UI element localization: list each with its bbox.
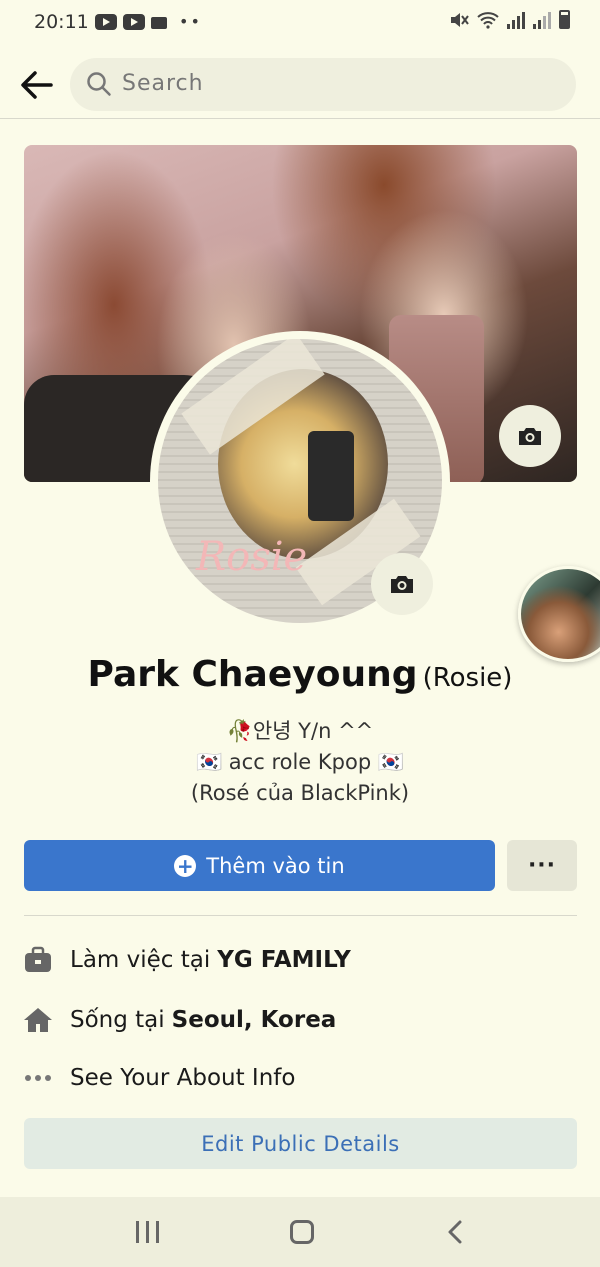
profile-bio: 🥀안녕 Y/n ^^ 🇰🇷 acc role Kpop 🇰🇷 (Rosé của… xyxy=(0,716,600,809)
camera-icon xyxy=(391,576,413,593)
avatar-caption: Rosie xyxy=(196,534,308,580)
mute-icon xyxy=(451,13,469,27)
profile-nickname: (Rosie) xyxy=(422,663,513,693)
edit-profile-picture-button[interactable] xyxy=(371,553,433,615)
more-dots-icon: ··· xyxy=(527,853,557,878)
about-info-link[interactable]: See Your About Info xyxy=(22,1058,295,1098)
edit-public-details-label: Edit Public Details xyxy=(201,1131,400,1156)
bio-line: (Rosé của BlackPink) xyxy=(190,781,410,805)
camera-icon xyxy=(519,428,541,445)
live-prefix: Sống tại xyxy=(70,1007,165,1033)
signal-icon xyxy=(507,11,525,29)
location-detail: Sống tại Seoul, Korea xyxy=(22,1000,336,1040)
more-notifications-icon: •• xyxy=(179,12,202,31)
status-notification-icons: •• xyxy=(95,12,202,31)
bio-line: 🥀안녕 Y/n ^^ xyxy=(226,719,374,743)
briefcase-icon xyxy=(22,944,54,976)
edit-public-details-button[interactable]: Edit Public Details xyxy=(24,1118,577,1169)
chat-head-bubble[interactable] xyxy=(518,566,600,662)
edit-cover-photo-button[interactable] xyxy=(499,405,561,467)
wifi-icon xyxy=(477,12,499,29)
system-nav-bar xyxy=(0,1197,600,1267)
search-input[interactable]: Search xyxy=(70,58,576,111)
search-header: Search xyxy=(0,55,600,119)
system-back-button[interactable] xyxy=(446,1219,464,1245)
live-place[interactable]: Seoul, Korea xyxy=(172,1007,337,1033)
profile-name: Park Chaeyoung xyxy=(87,654,418,695)
add-to-story-label: Thêm vào tin xyxy=(206,853,345,878)
about-info-label: See Your About Info xyxy=(70,1065,296,1091)
youtube-icon xyxy=(95,13,117,30)
add-to-story-button[interactable]: + Thêm vào tin xyxy=(24,840,495,891)
home-button[interactable] xyxy=(290,1220,315,1244)
work-detail: Làm việc tại YG FAMILY xyxy=(22,940,351,980)
status-system-icons xyxy=(449,10,570,29)
home-icon xyxy=(22,1004,54,1036)
profile-name-row: Park Chaeyoung (Rosie) xyxy=(0,654,600,695)
back-button[interactable] xyxy=(14,63,58,107)
more-options-button[interactable]: ··· xyxy=(507,840,577,891)
plus-circle-icon: + xyxy=(174,854,197,877)
recents-button[interactable] xyxy=(135,1221,159,1243)
more-dots-icon xyxy=(22,1062,54,1094)
back-arrow-icon xyxy=(21,71,53,99)
work-prefix: Làm việc tại xyxy=(70,947,211,973)
battery-icon xyxy=(559,10,570,29)
signal-icon-2 xyxy=(533,11,551,29)
avatar-photo-phone xyxy=(308,431,354,521)
work-place[interactable]: YG FAMILY xyxy=(217,947,351,973)
bio-line: 🇰🇷 acc role Kpop 🇰🇷 xyxy=(195,750,404,774)
status-bar: 20:11 •• xyxy=(0,0,600,46)
search-icon xyxy=(87,72,111,96)
video-call-icon xyxy=(151,16,167,29)
search-placeholder: Search xyxy=(122,71,204,96)
status-time: 20:11 xyxy=(34,11,89,33)
divider xyxy=(24,915,577,916)
youtube-icon-2 xyxy=(123,13,145,30)
